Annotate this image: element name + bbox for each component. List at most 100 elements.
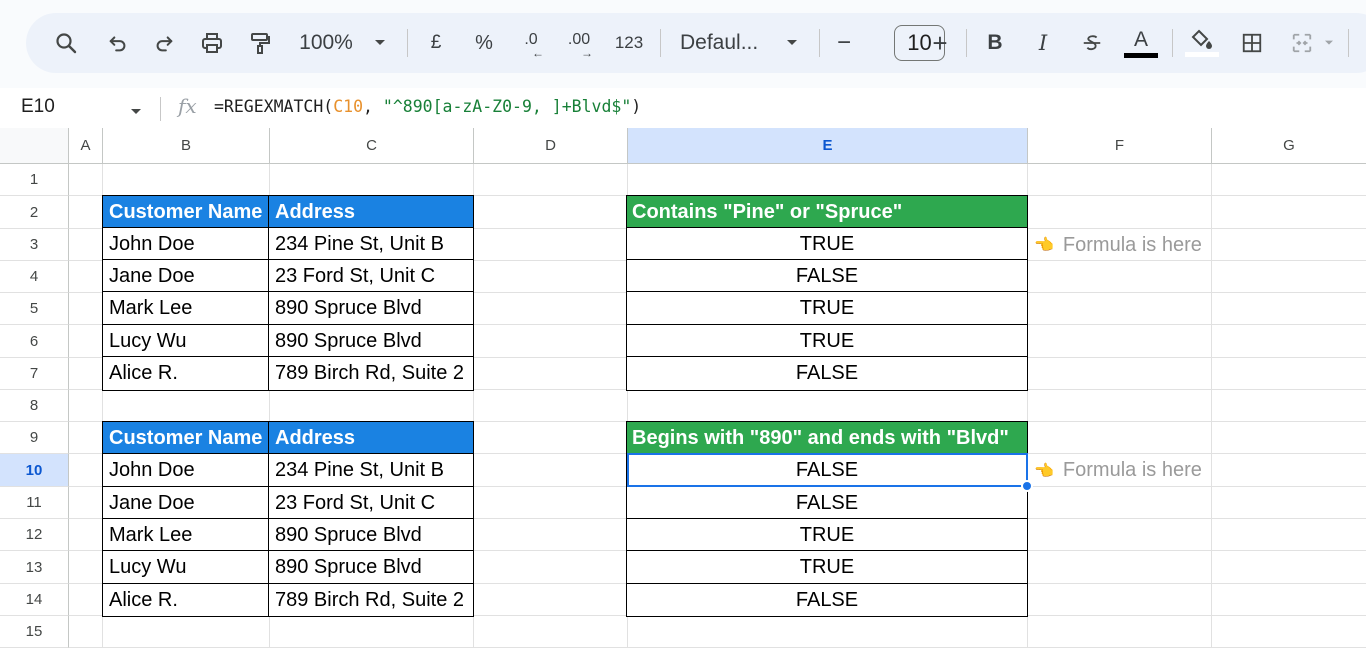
merge-dropdown-icon[interactable] <box>1320 13 1338 73</box>
table1-cell-address[interactable]: 890 Spruce Blvd <box>268 291 474 326</box>
row-header-6[interactable]: 6 <box>0 325 69 358</box>
row-header-9[interactable]: 9 <box>0 422 69 454</box>
name-box-dropdown-icon[interactable] <box>129 104 143 122</box>
table1-header-address[interactable]: Address <box>268 195 474 229</box>
row-header-4[interactable]: 4 <box>0 261 69 293</box>
row-header-15[interactable]: 15 <box>0 616 69 648</box>
column-header-d[interactable]: D <box>474 128 628 164</box>
table1-cell-name[interactable]: John Doe <box>102 227 270 261</box>
table2-cell-address[interactable]: 789 Birch Rd, Suite 2 <box>268 583 474 617</box>
formula-cell-ref: C10 <box>333 97 364 116</box>
toolbar-divider <box>407 29 408 57</box>
row-header-14[interactable]: 14 <box>0 584 69 616</box>
table2-cell-address[interactable]: 890 Spruce Blvd <box>268 550 474 585</box>
borders-icon[interactable] <box>1238 13 1266 73</box>
zoom-value[interactable]: 100% <box>294 13 358 73</box>
text-color-button[interactable]: A <box>1124 13 1158 73</box>
decrease-decimal-button[interactable]: .0 ← <box>516 13 546 73</box>
table2-cell-name[interactable]: Mark Lee <box>102 518 270 552</box>
font-family-select[interactable]: Defaul... <box>680 13 770 73</box>
table1-cell-name[interactable]: Mark Lee <box>102 291 270 326</box>
result2-cell[interactable]: FALSE <box>626 486 1028 520</box>
row-header-5[interactable]: 5 <box>0 293 69 325</box>
column-header-g[interactable]: G <box>1212 128 1366 164</box>
result1-header[interactable]: Contains "Pine" or "Spruce" <box>626 195 1028 229</box>
table2-cell-address[interactable]: 890 Spruce Blvd <box>268 518 474 552</box>
currency-button[interactable]: £ <box>424 13 448 73</box>
column-header-b[interactable]: B <box>103 128 270 164</box>
result1-cell[interactable]: FALSE <box>626 259 1028 293</box>
increase-decimal-button[interactable]: .00 → <box>562 13 596 73</box>
column-header-f[interactable]: F <box>1028 128 1212 164</box>
table1-cell-address[interactable]: 234 Pine St, Unit B <box>268 227 474 261</box>
table1-cell-address[interactable]: 890 Spruce Blvd <box>268 324 474 358</box>
column-header-c[interactable]: C <box>270 128 474 164</box>
font-dropdown-icon[interactable] <box>780 13 804 73</box>
font-size-decrease-button[interactable]: − <box>832 13 856 73</box>
result1-cell[interactable]: FALSE <box>626 356 1028 391</box>
result1-cell[interactable]: TRUE <box>626 324 1028 358</box>
number-format-button[interactable]: 123 <box>612 13 646 73</box>
fill-handle[interactable] <box>1021 480 1033 492</box>
table1-cell-name[interactable]: Alice R. <box>102 356 270 391</box>
spreadsheet-grid[interactable]: A B C D E F G 1 2 3 4 5 6 7 8 9 10 11 12… <box>0 128 1366 648</box>
table1-cell-address[interactable]: 789 Birch Rd, Suite 2 <box>268 356 474 391</box>
search-icon[interactable] <box>50 13 82 73</box>
italic-button[interactable]: I <box>1030 13 1056 73</box>
result2-cell[interactable]: TRUE <box>626 518 1028 552</box>
table2-cell-name[interactable]: Jane Doe <box>102 486 270 520</box>
formula-suffix: ) <box>631 97 642 116</box>
row-header-7[interactable]: 7 <box>0 358 69 390</box>
result2-cell[interactable]: TRUE <box>626 550 1028 585</box>
fill-color-icon[interactable] <box>1184 13 1220 73</box>
paint-format-icon[interactable] <box>244 13 276 73</box>
formula-note-1: 👈 Formula is here <box>1034 229 1202 261</box>
toolbar-divider <box>966 29 967 57</box>
row-header-12[interactable]: 12 <box>0 519 69 551</box>
row-header-3[interactable]: 3 <box>0 229 69 261</box>
zoom-dropdown-icon[interactable] <box>368 13 392 73</box>
row-header-8[interactable]: 8 <box>0 390 69 422</box>
pointing-hand-icon: 👈 <box>1034 237 1054 254</box>
row-header-11[interactable]: 11 <box>0 487 69 519</box>
result1-cell[interactable]: TRUE <box>626 291 1028 326</box>
bold-button[interactable]: B <box>982 13 1008 73</box>
table1-cell-address[interactable]: 23 Ford St, Unit C <box>268 259 474 293</box>
select-all-corner[interactable] <box>0 128 69 164</box>
table2-cell-address[interactable]: 234 Pine St, Unit B <box>268 453 474 488</box>
arrow-right-icon: → <box>581 46 593 60</box>
print-icon[interactable] <box>196 13 228 73</box>
column-header-a[interactable]: A <box>69 128 103 164</box>
row-header-10[interactable]: 10 <box>0 454 69 487</box>
result2-cell[interactable]: FALSE <box>626 583 1028 617</box>
gridline <box>1211 164 1212 648</box>
row-header-1[interactable]: 1 <box>0 164 69 196</box>
result1-cell[interactable]: TRUE <box>626 227 1028 261</box>
formula-note-2: 👈 Formula is here <box>1034 454 1202 487</box>
table1-cell-name[interactable]: Jane Doe <box>102 259 270 293</box>
table2-header-address[interactable]: Address <box>268 421 474 455</box>
table1-cell-name[interactable]: Lucy Wu <box>102 324 270 358</box>
pointing-hand-icon: 👈 <box>1034 462 1054 480</box>
table2-cell-address[interactable]: 23 Ford St, Unit C <box>268 486 474 520</box>
result2-header[interactable]: Begins with "890" and ends with "Blvd" <box>626 421 1028 455</box>
arrow-left-icon: ← <box>532 46 544 60</box>
font-size-increase-button[interactable]: + <box>928 13 952 73</box>
table2-cell-name[interactable]: Lucy Wu <box>102 550 270 585</box>
undo-icon[interactable] <box>102 13 134 73</box>
cell-selection-border <box>627 453 1028 487</box>
formula-input[interactable]: =REGEXMATCH(C10, "^890[a-zA-Z0-9, ]+Blvd… <box>214 97 641 116</box>
strikethrough-icon[interactable] <box>1078 13 1106 73</box>
merge-cells-icon[interactable] <box>1288 13 1316 73</box>
table2-header-customer[interactable]: Customer Name <box>102 421 270 455</box>
table1-header-customer[interactable]: Customer Name <box>102 195 270 229</box>
toolbar-divider <box>819 29 820 57</box>
name-box[interactable]: E10 <box>21 96 55 118</box>
table2-cell-name[interactable]: John Doe <box>102 453 270 488</box>
row-header-2[interactable]: 2 <box>0 196 69 229</box>
row-header-13[interactable]: 13 <box>0 551 69 584</box>
percent-button[interactable]: % <box>470 13 498 73</box>
table2-cell-name[interactable]: Alice R. <box>102 583 270 617</box>
redo-icon[interactable] <box>148 13 180 73</box>
column-header-e[interactable]: E <box>628 128 1028 164</box>
